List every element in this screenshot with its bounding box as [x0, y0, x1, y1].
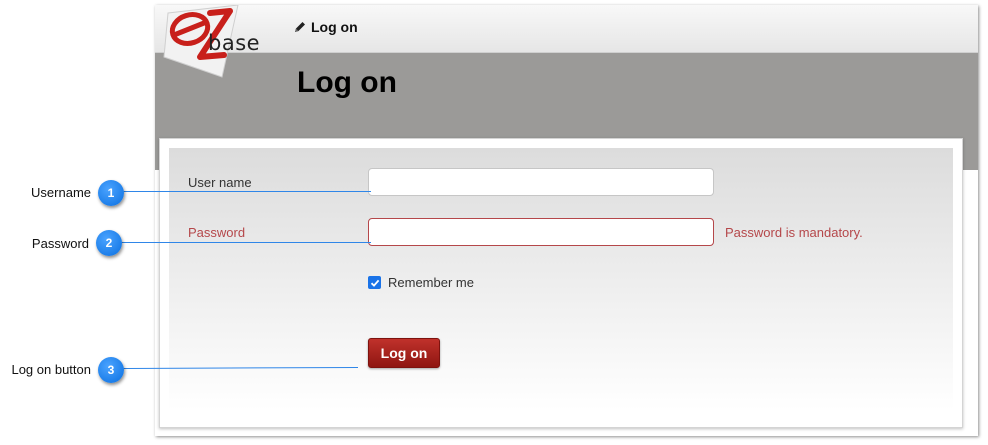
password-error-message: Password is mandatory. — [725, 225, 863, 240]
nav-log-on-link[interactable]: Log on — [293, 19, 358, 35]
remember-me-checkbox[interactable]: Remember me — [368, 275, 474, 290]
app-window: base Log on Log on User name Password Pa… — [155, 5, 978, 436]
callout-label-username: Username — [31, 185, 91, 200]
page-title: Log on — [297, 66, 397, 99]
callout-badge-3: 3 — [98, 357, 124, 383]
password-label: Password — [188, 225, 246, 240]
log-on-button[interactable]: Log on — [368, 338, 440, 368]
ez-logo-icon[interactable]: base — [160, 5, 270, 80]
username-label: User name — [188, 175, 252, 190]
top-navbar: base Log on — [155, 5, 978, 78]
callout-leader-2 — [120, 242, 371, 243]
remember-me-label: Remember me — [388, 275, 474, 290]
checkmark-icon — [368, 276, 381, 289]
password-input[interactable] — [368, 218, 714, 246]
callout-badge-1: 1 — [98, 180, 124, 206]
username-input[interactable] — [368, 168, 714, 196]
pencil-icon — [295, 22, 305, 32]
callout-leader-1 — [122, 191, 371, 192]
login-form: User name Password Password is mandatory… — [169, 148, 953, 411]
callout-label-log-on-button: Log on button — [11, 362, 91, 377]
callout-badge-2: 2 — [96, 230, 122, 256]
callout-label-password: Password — [31, 236, 89, 251]
logo-text: base — [208, 31, 261, 55]
nav-log-on-label: Log on — [311, 19, 358, 35]
login-form-card: User name Password Password is mandatory… — [159, 138, 963, 428]
